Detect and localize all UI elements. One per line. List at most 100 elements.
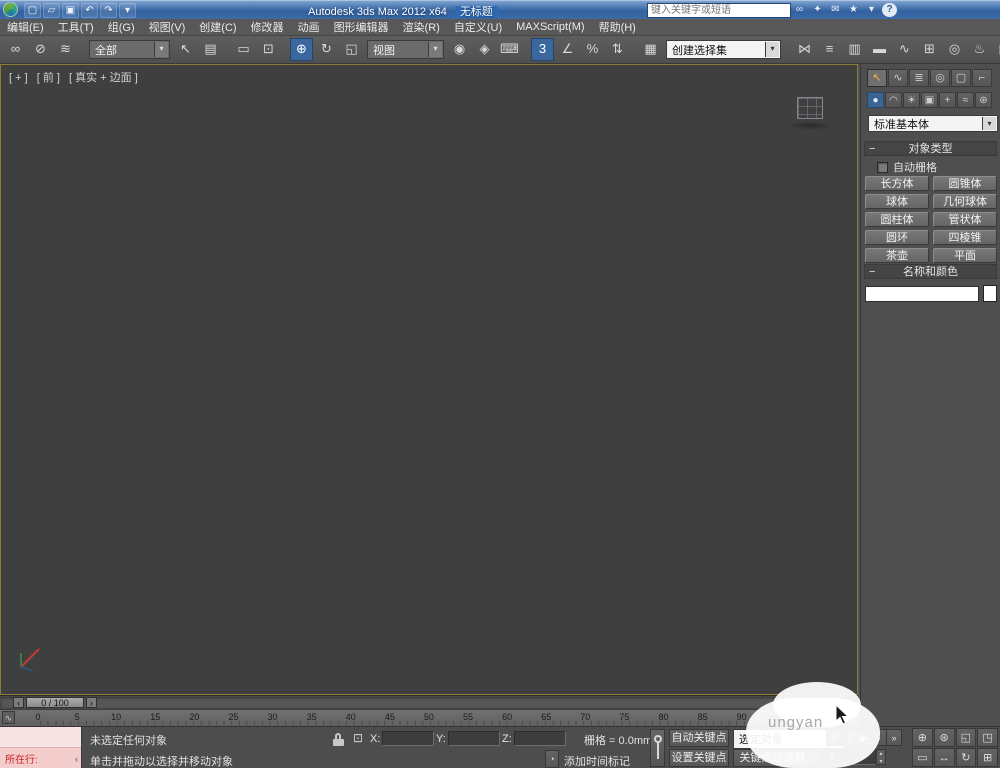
menu-rendering[interactable]: 渲染(R) <box>396 18 447 36</box>
percent-snap-icon[interactable]: % <box>581 38 604 61</box>
zoom-extents-icon[interactable]: ◱ <box>955 728 977 747</box>
z-coordinate-field[interactable] <box>514 731 566 746</box>
cylinder-button[interactable]: 圆柱体 <box>865 212 929 227</box>
menu-tools[interactable]: 工具(T) <box>51 18 101 36</box>
time-slider-track[interactable] <box>1 697 857 708</box>
select-move-icon[interactable]: ⊕ <box>290 38 313 61</box>
ribbon-toggle-icon[interactable]: ▬ <box>868 38 891 61</box>
viewport-shading-menu[interactable]: [ 真实 + 边面 ] <box>69 72 138 84</box>
category-helpers-icon[interactable]: + <box>939 92 956 108</box>
favorites-caret-icon[interactable]: ▾ <box>864 3 879 17</box>
help-icon[interactable]: ? <box>882 3 897 17</box>
set-key-mode-button[interactable]: 设置关键点 <box>669 749 729 767</box>
tab-hierarchy[interactable]: ≣ <box>909 69 929 87</box>
tab-create[interactable]: ↖ <box>867 69 887 87</box>
geosphere-button[interactable]: 几何球体 <box>933 194 997 209</box>
menu-edit[interactable]: 编辑(E) <box>0 18 51 36</box>
plane-button[interactable]: 平面 <box>933 248 997 263</box>
tab-utilities[interactable]: ⌐ <box>972 69 992 87</box>
category-shapes-icon[interactable]: ◠ <box>885 92 902 108</box>
tab-display[interactable]: ▢ <box>951 69 971 87</box>
select-link-icon[interactable]: ∞ <box>4 38 27 61</box>
mirror-icon[interactable]: ⋈ <box>793 38 816 61</box>
menu-modifiers[interactable]: 修改器 <box>244 18 291 36</box>
use-pivot-center-icon[interactable]: ◉ <box>448 38 471 61</box>
save-file-icon[interactable]: ▣ <box>62 3 79 18</box>
menu-animation[interactable]: 动画 <box>291 18 327 36</box>
rollout-name-color[interactable]: − 名称和颜色 <box>864 264 997 279</box>
menu-views[interactable]: 视图(V) <box>142 18 193 36</box>
zoom-region-icon[interactable]: ▭ <box>912 748 933 767</box>
tab-modify[interactable]: ∿ <box>888 69 908 87</box>
viewport-general-menu[interactable]: [ + ] <box>9 72 28 84</box>
pan-icon[interactable]: ↔ <box>933 748 955 767</box>
pyramid-button[interactable]: 四棱锥 <box>933 230 997 245</box>
goto-end-button[interactable]: » <box>886 729 902 746</box>
tube-button[interactable]: 管状体 <box>933 212 997 227</box>
category-cameras-icon[interactable]: ▣ <box>921 92 938 108</box>
time-slider-handle[interactable]: 0 / 100 <box>26 697 84 708</box>
menu-maxscript[interactable]: MAXScript(M) <box>509 20 591 34</box>
render-setup-icon[interactable]: ♨ <box>968 38 991 61</box>
window-crossing-icon[interactable]: ⊡ <box>257 38 280 61</box>
selection-filter-dropdown[interactable]: 全部 ▾ <box>89 40 170 59</box>
set-keys-button[interactable] <box>650 729 665 767</box>
category-geometry-icon[interactable]: ● <box>867 92 884 108</box>
zoom-icon[interactable]: ⊕ <box>912 728 933 747</box>
tab-motion[interactable]: ◎ <box>930 69 950 87</box>
viewport-pov-menu[interactable]: [ 前 ] <box>37 72 60 84</box>
box-button[interactable]: 长方体 <box>865 176 929 191</box>
maximize-viewport-icon[interactable]: ⊞ <box>977 748 998 767</box>
absolute-mode-icon[interactable]: ⊡ <box>351 731 365 745</box>
menu-help[interactable]: 帮助(H) <box>592 18 643 36</box>
x-coordinate-field[interactable] <box>382 731 434 746</box>
maxscript-mini-listener[interactable]: 所在行: ‹ <box>0 727 82 768</box>
selection-lock-icon[interactable] <box>332 733 346 747</box>
bind-spacewarp-icon[interactable]: ≋ <box>54 38 77 61</box>
viewport-front[interactable]: [ + ] [ 前 ] [ 真实 + 边面 ] <box>0 64 858 695</box>
infocenter-search-input[interactable] <box>647 3 791 18</box>
unlink-icon[interactable]: ⊘ <box>29 38 52 61</box>
cone-button[interactable]: 圆锥体 <box>933 176 997 191</box>
3dsmax-logo-icon[interactable] <box>3 2 18 17</box>
subscription-key-icon[interactable]: ✦ <box>810 3 825 17</box>
torus-button[interactable]: 圆环 <box>865 230 929 245</box>
macro-recorder-row[interactable] <box>0 727 81 748</box>
edit-named-sets-icon[interactable]: ▦ <box>639 38 662 61</box>
listener-scroll-icon[interactable]: ‹ <box>75 754 78 764</box>
menu-graph-editors[interactable]: 图形编辑器 <box>327 18 396 36</box>
rollout-object-type[interactable]: − 对象类型 <box>864 141 997 156</box>
material-editor-icon[interactable]: ◎ <box>943 38 966 61</box>
mini-curve-editor-button[interactable]: ∿ <box>2 711 15 724</box>
orbit-icon[interactable]: ↻ <box>955 748 977 767</box>
category-systems-icon[interactable]: ⊛ <box>975 92 992 108</box>
rendered-frame-icon[interactable]: ▣ <box>993 38 1000 61</box>
category-lights-icon[interactable]: ☀ <box>903 92 920 108</box>
search-go-icon[interactable]: ∞ <box>792 3 807 17</box>
menu-create[interactable]: 创建(C) <box>192 18 243 36</box>
object-color-swatch[interactable] <box>983 285 997 302</box>
named-selection-sets-dropdown[interactable]: 创建选择集 ▾ <box>666 40 781 59</box>
auto-key-button[interactable]: 自动关键点 <box>669 729 729 747</box>
align-icon[interactable]: ≡ <box>818 38 841 61</box>
communication-center-icon[interactable]: ✉ <box>828 3 843 17</box>
sphere-button[interactable]: 球体 <box>865 194 929 209</box>
select-scale-icon[interactable]: ◱ <box>340 38 363 61</box>
open-file-icon[interactable]: ▱ <box>43 3 60 18</box>
viewcube[interactable] <box>797 97 823 119</box>
time-slider-prev-button[interactable]: ‹ <box>13 697 24 708</box>
time-tag-icon[interactable]: ◔ <box>545 750 559 768</box>
menu-customize[interactable]: 自定义(U) <box>447 18 509 36</box>
snap-toggle-3d-icon[interactable]: 3 <box>531 38 554 61</box>
select-manipulate-icon[interactable]: ◈ <box>473 38 496 61</box>
frame-spinner[interactable]: ▴ ▾ <box>876 749 886 765</box>
teapot-button[interactable]: 茶壶 <box>865 248 929 263</box>
new-scene-icon[interactable]: ▢ <box>24 3 41 18</box>
undo-icon[interactable]: ↶ <box>81 3 98 18</box>
reference-coordinate-dropdown[interactable]: 视图 ▾ <box>367 40 444 59</box>
y-coordinate-field[interactable] <box>448 731 500 746</box>
zoom-all-icon[interactable]: ⊛ <box>933 728 955 747</box>
angle-snap-icon[interactable]: ∠ <box>556 38 579 61</box>
select-rotate-icon[interactable]: ↻ <box>315 38 338 61</box>
add-time-tag[interactable]: 添加时间标记 <box>564 753 630 768</box>
